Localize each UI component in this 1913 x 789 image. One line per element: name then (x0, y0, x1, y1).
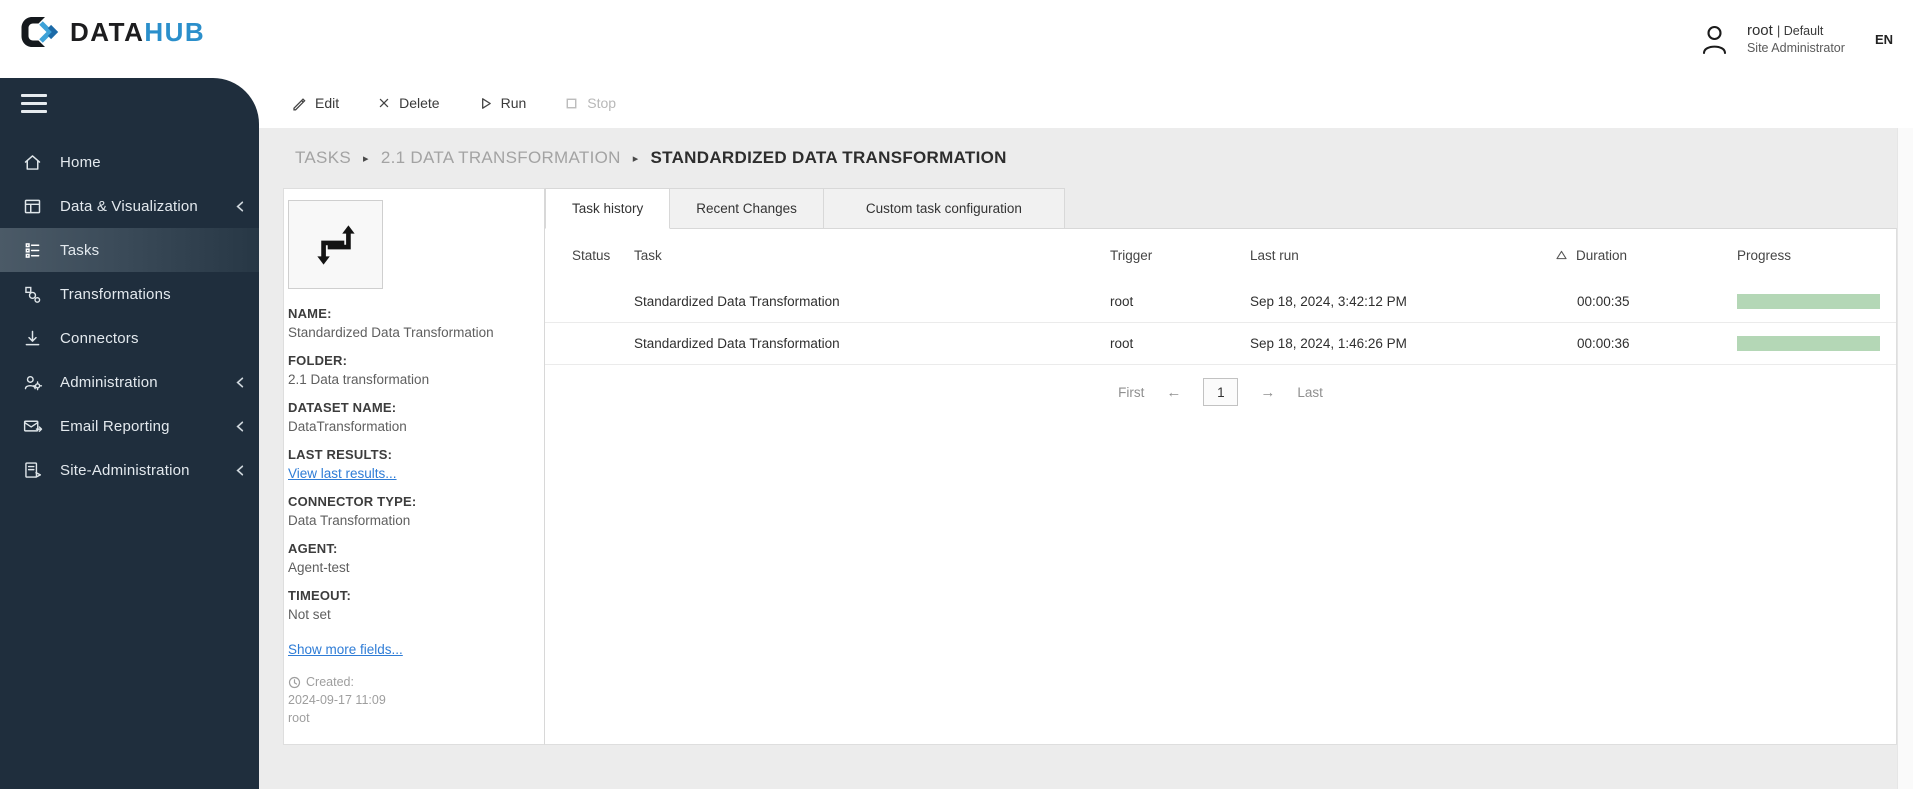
sidebar: Home Data & Visualization Tasks Transfor… (0, 78, 259, 789)
pagination-last[interactable]: Last (1297, 385, 1323, 400)
column-trigger[interactable]: Trigger (1110, 248, 1250, 263)
edit-icon (293, 98, 306, 111)
cell-last-run: Sep 18, 2024, 1:46:26 PM (1250, 336, 1407, 351)
created-by: root (288, 711, 310, 726)
task-toolbar: Edit Delete Run Stop (291, 78, 616, 128)
stop-button[interactable]: Stop (564, 95, 616, 111)
field-folder: FOLDER: 2.1 Data transformation (288, 353, 430, 387)
task-type-icon-box (288, 200, 383, 289)
field-last-results: LAST RESULTS: View last results... (288, 447, 397, 481)
cell-last-run: Sep 18, 2024, 3:42:12 PM (1250, 294, 1407, 309)
transformations-icon (25, 286, 41, 303)
delete-icon (379, 98, 389, 108)
breadcrumb-separator-icon: ▸ (632, 152, 639, 165)
datahub-logo-icon (21, 17, 59, 47)
stop-icon (566, 98, 577, 108)
sort-ascending-icon (1556, 250, 1567, 260)
column-last-run[interactable]: Last run (1250, 248, 1556, 263)
site-administration-icon (25, 461, 42, 478)
cell-trigger: root (1110, 336, 1134, 351)
breadcrumb-current: STANDARDIZED DATA TRANSFORMATION (650, 148, 1007, 167)
app-logo[interactable]: DATAHUB (18, 14, 205, 50)
cell-duration: 00:00:35 (1577, 294, 1630, 309)
created-info: Created: 2024-09-17 11:09 root (288, 673, 534, 727)
chevron-left-icon (236, 465, 244, 476)
table-row[interactable]: Standardized Data Transformation root Se… (545, 281, 1896, 323)
field-dataset-name: DATASET NAME: DataTransformation (288, 400, 407, 434)
progress-bar (1737, 336, 1880, 351)
sidebar-menu: Home Data & Visualization Tasks Transfor… (0, 140, 259, 492)
clock-icon (288, 676, 301, 688)
user-name: root (1746, 21, 1773, 39)
progress-bar (1737, 294, 1880, 309)
detail-tabs: Task history Recent Changes Custom task … (545, 188, 1065, 229)
menu-toggle-button[interactable] (0, 78, 259, 130)
pagination-next-icon[interactable]: → (1260, 384, 1275, 401)
sidebar-item-administration[interactable]: Administration (0, 360, 259, 404)
chevron-left-icon (236, 201, 244, 212)
tab-task-history[interactable]: Task history (545, 188, 671, 229)
tasks-icon (25, 242, 40, 258)
administration-icon (24, 375, 43, 390)
pagination: First ← 1 → Last (545, 375, 1896, 409)
column-task[interactable]: Task (634, 248, 1110, 263)
user-avatar-icon[interactable] (1698, 22, 1731, 56)
sidebar-item-email-reporting[interactable]: Email Reporting (0, 404, 259, 448)
breadcrumb: TASKS ▸ 2.1 DATA TRANSFORMATION ▸ STANDA… (295, 148, 1007, 168)
column-status[interactable]: Status (572, 248, 634, 263)
sidebar-item-home[interactable]: Home (0, 140, 259, 184)
tab-custom-task-configuration[interactable]: Custom task configuration (822, 188, 1065, 229)
column-progress[interactable]: Progress (1716, 248, 1896, 263)
app-title: DATAHUB (70, 16, 206, 47)
field-name: NAME: Standardized Data Transformation (288, 306, 494, 340)
cell-trigger: root (1110, 294, 1134, 309)
show-more-fields-link[interactable]: Show more fields... (288, 640, 403, 659)
delete-button[interactable]: Delete (377, 95, 440, 111)
breadcrumb-tasks[interactable]: TASKS (295, 148, 351, 168)
app-header: DATAHUB root | Default Site Administrato… (0, 0, 1913, 78)
view-last-results-link[interactable]: View last results... (288, 466, 397, 481)
pagination-first[interactable]: First (1118, 385, 1144, 400)
edit-button[interactable]: Edit (291, 95, 339, 111)
field-connector-type: CONNECTOR TYPE: Data Transformation (288, 494, 417, 528)
created-date: 2024-09-17 11:09 (288, 693, 386, 708)
user-info[interactable]: root | Default Site Administrator (1747, 22, 1845, 56)
tab-recent-changes[interactable]: Recent Changes (669, 188, 824, 229)
sidebar-item-data-visualization[interactable]: Data & Visualization (0, 184, 259, 228)
breadcrumb-separator-icon: ▸ (362, 152, 369, 165)
cell-duration: 00:00:36 (1577, 336, 1630, 351)
vertical-scrollbar[interactable] (1897, 128, 1913, 789)
breadcrumb-folder[interactable]: 2.1 DATA TRANSFORMATION (381, 148, 621, 168)
data-visualization-icon (24, 199, 41, 213)
cell-task: Standardized Data Transformation (634, 294, 840, 309)
created-label: Created: (306, 675, 354, 689)
connectors-icon (25, 330, 40, 345)
table-row[interactable]: Standardized Data Transformation root Se… (545, 323, 1896, 365)
data-transformation-icon (316, 224, 355, 265)
sidebar-item-site-administration[interactable]: Site-Administration (0, 448, 259, 492)
run-icon (481, 97, 491, 109)
sidebar-item-connectors[interactable]: Connectors (0, 316, 259, 360)
chevron-left-icon (236, 421, 244, 432)
field-agent: AGENT: Agent-test (288, 541, 350, 575)
language-selector[interactable]: EN (1875, 32, 1893, 47)
home-icon (24, 154, 41, 170)
pagination-page-1[interactable]: 1 (1203, 378, 1239, 406)
field-timeout: TIMEOUT: Not set (288, 588, 351, 622)
pagination-prev-icon[interactable]: ← (1166, 384, 1181, 401)
table-header-row: Status Task Trigger Last run Duration Pr… (545, 229, 1896, 281)
sidebar-item-transformations[interactable]: Transformations (0, 272, 259, 316)
run-button[interactable]: Run (478, 95, 526, 111)
user-tenant: | Default (1777, 23, 1824, 38)
user-role: Site Administrator (1746, 40, 1845, 55)
cell-task: Standardized Data Transformation (634, 336, 840, 351)
email-reporting-icon (23, 420, 43, 432)
column-duration[interactable]: Duration (1556, 248, 1716, 263)
task-details-panel: NAME: Standardized Data Transformation F… (283, 188, 545, 745)
task-history-panel: Status Task Trigger Last run Duration Pr… (545, 228, 1897, 745)
sidebar-item-tasks[interactable]: Tasks (0, 228, 259, 272)
chevron-left-icon (236, 377, 244, 388)
